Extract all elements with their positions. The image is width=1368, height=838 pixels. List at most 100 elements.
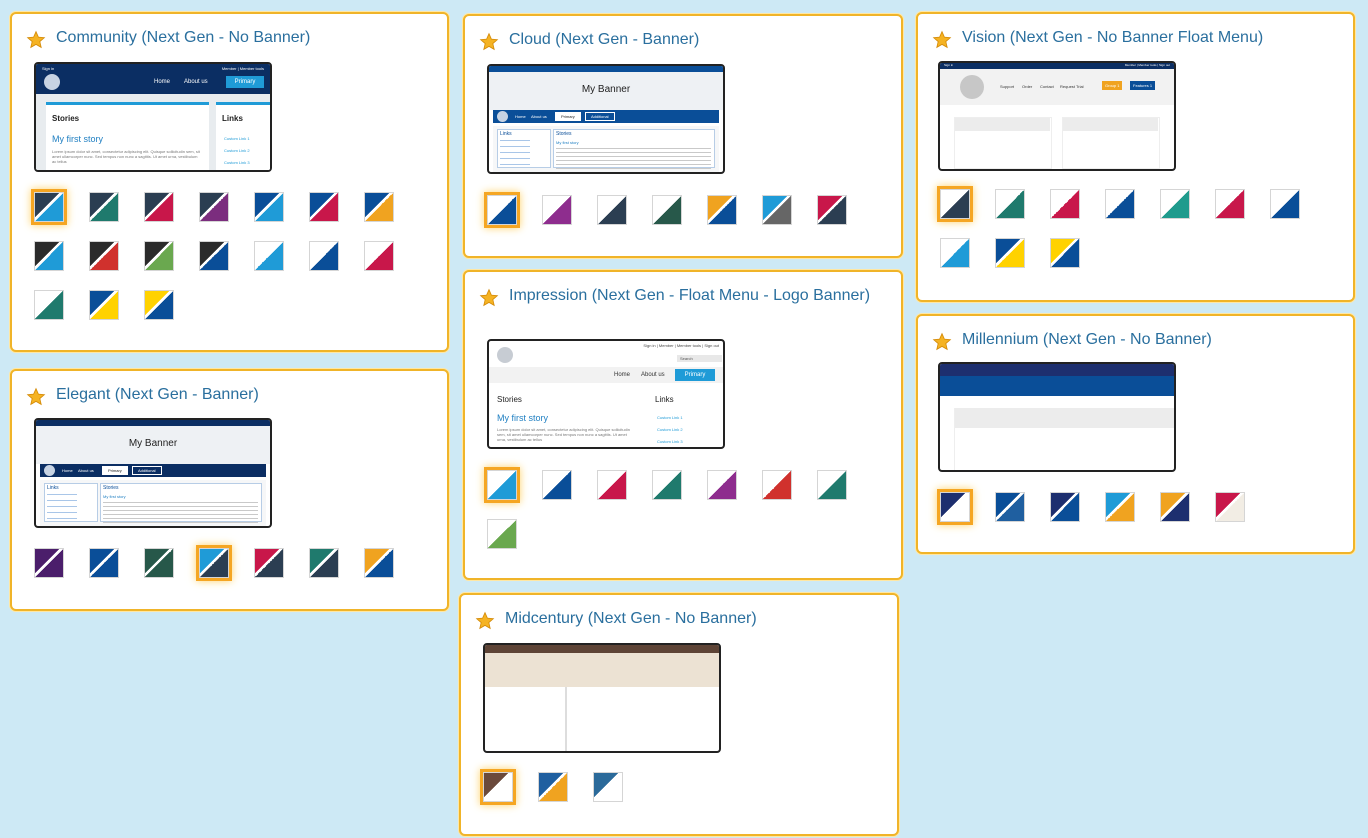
preview-nav-about: About us xyxy=(641,372,665,378)
preview-link: Custom Link 1 xyxy=(224,136,250,141)
color-swatch[interactable] xyxy=(1215,189,1245,219)
color-swatch[interactable] xyxy=(1050,189,1080,219)
color-swatch[interactable] xyxy=(89,192,119,222)
color-swatch[interactable] xyxy=(34,290,64,320)
color-swatch[interactable] xyxy=(995,238,1025,268)
favorite-star-icon[interactable] xyxy=(26,30,46,50)
color-swatch[interactable] xyxy=(309,192,339,222)
color-swatch-selected[interactable] xyxy=(937,186,973,222)
preview-member: Member | Member tools xyxy=(221,66,264,71)
color-swatch[interactable] xyxy=(1050,492,1080,522)
color-swatch[interactable] xyxy=(593,772,623,802)
preview-button-group: Group 1 xyxy=(1102,81,1123,90)
color-swatch[interactable] xyxy=(254,192,284,222)
color-swatch[interactable] xyxy=(1105,189,1135,219)
logo-icon xyxy=(44,74,60,90)
color-swatch[interactable] xyxy=(364,241,394,271)
theme-title: Millennium (Next Gen - No Banner) xyxy=(932,330,1339,352)
color-swatch[interactable] xyxy=(309,241,339,271)
preview-nav-home: Home xyxy=(515,114,526,119)
color-swatch[interactable] xyxy=(364,548,394,578)
preview-search: Search xyxy=(677,355,722,362)
theme-preview[interactable]: Sign in Member | Member tools Home About… xyxy=(34,62,272,172)
color-swatch[interactable] xyxy=(1160,492,1190,522)
preview-button-features: Features 1 xyxy=(1130,81,1156,90)
color-swatch[interactable] xyxy=(487,519,517,549)
favorite-star-icon[interactable] xyxy=(479,288,499,308)
color-swatch[interactable] xyxy=(199,192,229,222)
color-swatch[interactable] xyxy=(707,195,737,225)
color-swatch[interactable] xyxy=(1215,492,1245,522)
preview-nav-about: About us xyxy=(531,114,547,119)
theme-name: Community (Next Gen - No Banner) xyxy=(56,29,311,46)
favorite-star-icon[interactable] xyxy=(26,387,46,407)
color-swatch[interactable] xyxy=(144,290,174,320)
favorite-star-icon[interactable] xyxy=(475,611,495,631)
color-swatch[interactable] xyxy=(254,548,284,578)
color-swatch[interactable] xyxy=(940,238,970,268)
color-swatch[interactable] xyxy=(1270,189,1300,219)
theme-title: Vision (Next Gen - No Banner Float Menu) xyxy=(932,28,1339,50)
color-swatch[interactable] xyxy=(89,548,119,578)
preview-nav-home: Home xyxy=(154,79,171,85)
preview-story-text: Lorem ipsum dolor sit amet, consectetur … xyxy=(497,427,630,442)
preview-stories-heading: Stories xyxy=(556,131,572,137)
preview-story-title: My first story xyxy=(556,140,579,145)
color-swatch[interactable] xyxy=(762,195,792,225)
theme-title: Community (Next Gen - No Banner) xyxy=(26,28,433,50)
preview-nav-primary: Primary xyxy=(675,369,715,381)
color-swatch[interactable] xyxy=(1105,492,1135,522)
color-swatch[interactable] xyxy=(144,241,174,271)
color-swatch[interactable] xyxy=(254,241,284,271)
color-swatch[interactable] xyxy=(144,192,174,222)
favorite-star-icon[interactable] xyxy=(932,332,952,352)
color-swatch[interactable] xyxy=(652,195,682,225)
preview-signin: Sign in xyxy=(944,63,954,67)
favorite-star-icon[interactable] xyxy=(932,30,952,50)
color-swatch[interactable] xyxy=(817,195,847,225)
color-swatch[interactable] xyxy=(309,548,339,578)
color-swatch[interactable] xyxy=(995,189,1025,219)
color-swatch[interactable] xyxy=(597,195,627,225)
color-swatch-selected[interactable] xyxy=(484,192,520,228)
theme-preview[interactable] xyxy=(483,643,721,753)
color-swatch[interactable] xyxy=(364,192,394,222)
color-swatch-selected[interactable] xyxy=(480,769,516,805)
color-swatch-selected[interactable] xyxy=(196,545,232,581)
color-swatch-selected[interactable] xyxy=(937,489,973,525)
color-swatch[interactable] xyxy=(34,241,64,271)
color-swatch[interactable] xyxy=(817,470,847,500)
preview-story-title: My first story xyxy=(497,413,548,423)
theme-preview[interactable]: My Banner Home About us Primary Addition… xyxy=(34,418,272,528)
preview-stories-heading: Stories xyxy=(103,485,119,491)
theme-preview[interactable]: Sign in | Member | Member tools | Sign o… xyxy=(487,339,725,449)
color-swatch[interactable] xyxy=(597,470,627,500)
theme-preview[interactable] xyxy=(938,362,1176,472)
color-swatch[interactable] xyxy=(144,548,174,578)
color-swatch[interactable] xyxy=(199,241,229,271)
preview-nav-primary: Primary xyxy=(226,76,264,88)
color-swatch[interactable] xyxy=(707,470,737,500)
color-swatch[interactable] xyxy=(1160,189,1190,219)
color-swatch[interactable] xyxy=(762,470,792,500)
theme-preview[interactable]: Sign in Member | Member tools | Sign out… xyxy=(938,61,1176,171)
preview-nav: Support xyxy=(1000,84,1015,89)
color-swatch[interactable] xyxy=(1050,238,1080,268)
color-swatch[interactable] xyxy=(538,772,568,802)
preview-link: Custom Link 3 xyxy=(657,439,683,444)
color-swatch-selected[interactable] xyxy=(31,189,67,225)
preview-link: Custom Link 2 xyxy=(224,148,250,153)
color-swatch[interactable] xyxy=(89,241,119,271)
color-swatch[interactable] xyxy=(542,470,572,500)
color-swatch[interactable] xyxy=(34,548,64,578)
color-swatch[interactable] xyxy=(652,470,682,500)
logo-icon xyxy=(960,75,984,99)
color-swatch[interactable] xyxy=(542,195,572,225)
preview-nav: Contact xyxy=(1040,84,1054,89)
color-swatch[interactable] xyxy=(89,290,119,320)
color-swatch-selected[interactable] xyxy=(484,467,520,503)
theme-preview[interactable]: My Banner Home About us Primary Addition… xyxy=(487,64,725,174)
favorite-star-icon[interactable] xyxy=(479,32,499,52)
logo-icon xyxy=(497,111,508,122)
color-swatch[interactable] xyxy=(995,492,1025,522)
